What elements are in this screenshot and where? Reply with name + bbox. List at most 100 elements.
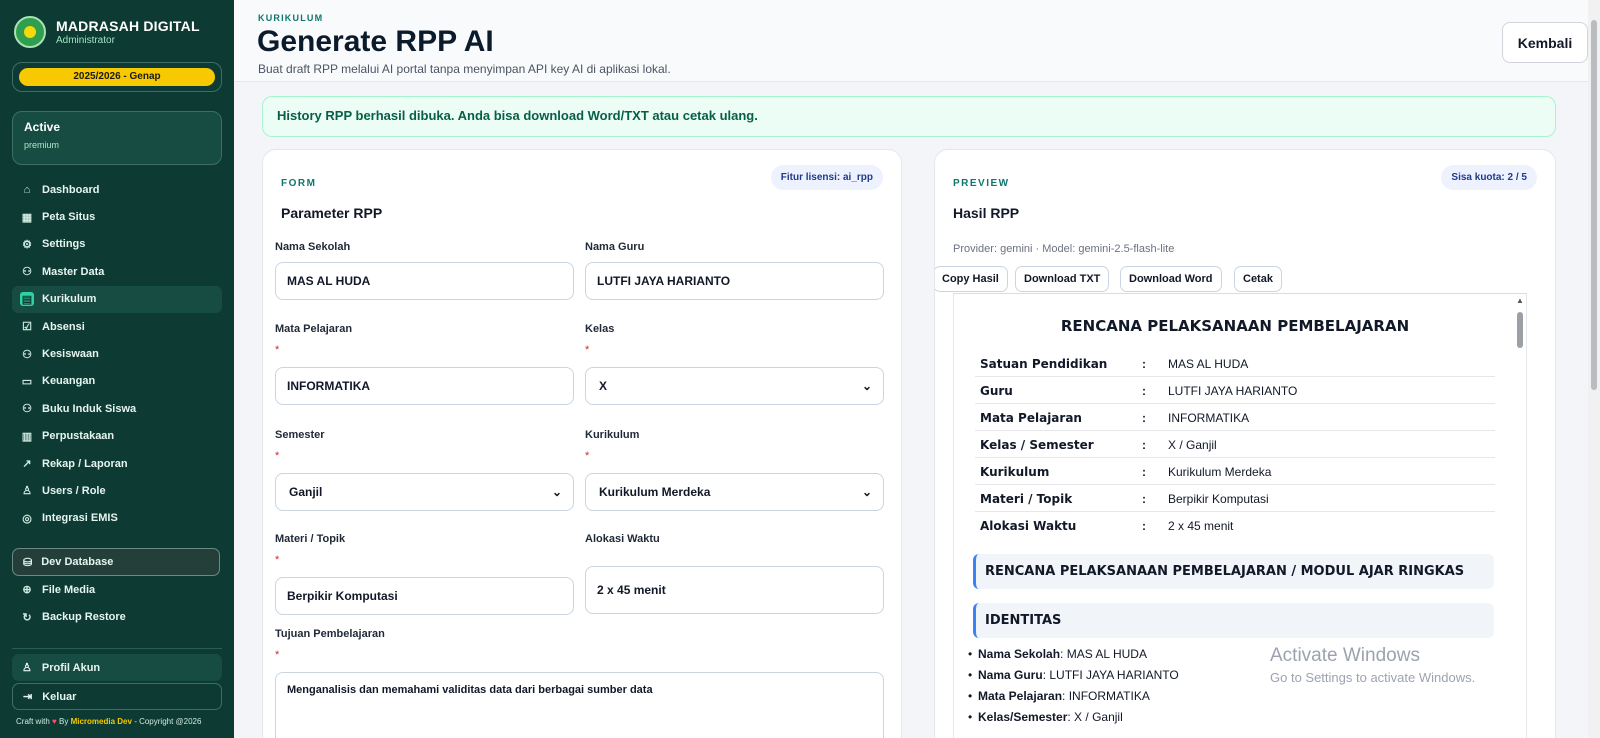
profil-akun-button[interactable]: ♙ Profil Akun <box>12 654 222 681</box>
copy-result-button[interactable]: Copy Hasil <box>935 266 1008 292</box>
info-row: Satuan Pendidikan: MAS AL HUDA <box>975 350 1495 377</box>
kurikulum-select-value: Kurikulum Merdeka <box>599 485 711 499</box>
sidebar-item-perpustakaan[interactable]: ▥ Perpustakaan <box>12 423 222 450</box>
materi-input[interactable] <box>275 577 574 615</box>
brand-title: MADRASAH DIGITAL <box>56 18 200 34</box>
sidebar-item-peta-situs[interactable]: ▦ Peta Situs <box>12 203 222 230</box>
sidebar-item-label: Buku Induk Siswa <box>42 402 137 415</box>
bullet-value: : MAS AL HUDA <box>1060 647 1147 661</box>
sidebar-item-dashboard[interactable]: ⌂ Dashboard <box>12 176 222 203</box>
sidebar-item-kurikulum[interactable]: ▤ Kurikulum <box>12 285 222 313</box>
sidebar-nav-secondary: ⊕ File Media ↻ Backup Restore <box>12 576 222 631</box>
info-key: Alokasi Waktu <box>980 519 1077 533</box>
sidebar-item-integrasi-emis[interactable]: ◎ Integrasi EMIS <box>12 505 222 532</box>
sidebar-item-dev-database[interactable]: ⛁ Dev Database <box>12 548 220 576</box>
sidebar-item-rekap-laporan[interactable]: ↗ Rekap / Laporan <box>12 450 222 477</box>
madrasah-logo <box>14 16 46 48</box>
sidebar-item-label: Integrasi EMIS <box>42 512 118 525</box>
section-heading: IDENTITAS <box>973 603 1494 638</box>
info-row: Kelas / Semester: X / Ganjil <box>975 431 1495 458</box>
alokasi-waktu-input[interactable] <box>585 566 884 614</box>
page-scrollbar[interactable] <box>1588 0 1600 738</box>
back-button[interactable]: Kembali <box>1502 22 1588 63</box>
sidebar-item-master-data[interactable]: ⚇ Master Data <box>12 258 222 285</box>
info-key: Kurikulum <box>980 465 1050 479</box>
semester-select[interactable]: Ganjil ⌄ <box>275 473 574 511</box>
sidebar-item-label: Keuangan <box>42 375 96 388</box>
sidebar-item-absensi[interactable]: ☑ Absensi <box>12 313 222 340</box>
info-key: Guru <box>980 384 1013 398</box>
bullet-value: : INFORMATIKA <box>1062 689 1150 703</box>
bullet-value: : LUTFI JAYA HARIANTO <box>1042 668 1179 682</box>
mata-pelajaran-input[interactable] <box>275 367 574 405</box>
info-key: Satuan Pendidikan <box>980 357 1108 371</box>
form-card: FORM Fitur lisensi: ai_rpp Parameter RPP… <box>262 149 902 738</box>
info-value: MAS AL HUDA <box>1168 357 1249 371</box>
tujuan-textarea[interactable]: Menganalisis dan memahami validitas data… <box>275 672 884 738</box>
nama-sekolah-label: Nama Sekolah <box>275 241 351 253</box>
print-button[interactable]: Cetak <box>1234 266 1282 292</box>
download-word-button[interactable]: Download Word <box>1120 266 1222 292</box>
sidebar-item-buku-induk-siswa[interactable]: ⚇ Buku Induk Siswa <box>12 395 222 422</box>
footer-brand: Micromedia Dev <box>70 717 132 726</box>
form-kicker: FORM <box>281 178 317 189</box>
info-colon: : <box>1142 438 1146 452</box>
users-icon: ⚇ <box>22 403 32 416</box>
license-status-card: Active premium <box>12 111 222 165</box>
logout-icon: ⇥ <box>23 691 33 703</box>
sidebar-item-settings[interactable]: ⚙ Settings <box>12 231 222 258</box>
document-scrollbar-thumb[interactable] <box>1517 312 1523 348</box>
kelas-select[interactable]: X ⌄ <box>585 367 884 405</box>
info-colon: : <box>1142 357 1146 371</box>
info-colon: : <box>1142 411 1146 425</box>
users-icon: ⚇ <box>22 266 32 279</box>
nama-guru-label: Nama Guru <box>585 241 645 253</box>
sidebar-item-backup-restore[interactable]: ↻ Backup Restore <box>12 603 222 630</box>
info-row: Guru: LUTFI JAYA HARIANTO <box>975 377 1495 404</box>
book-icon: ▥ <box>21 430 33 443</box>
required-mark: * <box>275 450 280 462</box>
nama-sekolah-input[interactable] <box>275 262 574 300</box>
footer-suffix: - Copyright @2026 <box>134 717 202 726</box>
brand-subtitle: Administrator <box>56 35 115 46</box>
users-icon: ⚇ <box>22 348 32 361</box>
info-value: INFORMATIKA <box>1168 411 1250 425</box>
sidebar-item-label: Perpustakaan <box>42 430 115 443</box>
info-value: 2 x 45 menit <box>1168 519 1234 533</box>
kurikulum-select[interactable]: Kurikulum Merdeka ⌄ <box>585 473 884 511</box>
document-scrollbar[interactable]: ▲ <box>1514 294 1526 738</box>
semester-label: Semester <box>275 429 325 441</box>
sidebar-item-label: Peta Situs <box>42 211 96 224</box>
sidebar-item-label: Settings <box>42 238 86 251</box>
scroll-up-icon[interactable]: ▲ <box>1516 296 1524 305</box>
page-scrollbar-thumb[interactable] <box>1591 20 1597 390</box>
sidebar-item-label: Absensi <box>42 320 85 333</box>
sidebar-item-label: Dev Database <box>41 556 114 568</box>
materi-label: Materi / Topik <box>275 533 346 545</box>
download-txt-button[interactable]: Download TXT <box>1015 266 1110 292</box>
list-item: Mata Pelajaran: INFORMATIKA <box>968 689 1150 703</box>
required-mark: * <box>275 554 280 566</box>
sidebar-item-file-media[interactable]: ⊕ File Media <box>12 576 222 603</box>
sidebar-nav: ⌂ Dashboard ▦ Peta Situs ⚙ Settings ⚇ Master… <box>12 176 222 532</box>
sidebar-item-label: Users / Role <box>42 484 106 497</box>
logout-button[interactable]: ⇥ Keluar <box>12 683 222 710</box>
brand: MADRASAH DIGITAL Administrator <box>14 16 200 48</box>
sidebar-item-users-role[interactable]: ♙ Users / Role <box>12 477 222 504</box>
academic-year-selector[interactable]: 2025/2026 - Genap <box>12 62 222 92</box>
wallet-icon: ▭ <box>21 375 33 388</box>
target-icon: ◎ <box>22 512 32 525</box>
success-alert: History RPP berhasil dibuka. Anda bisa d… <box>262 96 1556 137</box>
semester-select-value: Ganjil <box>289 485 323 499</box>
logout-label: Keluar <box>42 690 77 703</box>
home-icon: ⌂ <box>23 183 31 196</box>
footer-prefix: Craft with <box>16 717 50 726</box>
bullet-value: : X / Ganjil <box>1067 710 1123 724</box>
sidebar-item-label: Backup Restore <box>42 611 126 624</box>
chevron-down-icon: ⌄ <box>861 485 872 499</box>
nama-guru-input[interactable] <box>585 262 884 300</box>
sidebar-item-keuangan[interactable]: ▭ Keuangan <box>12 368 222 395</box>
form-title: Parameter RPP <box>281 205 383 221</box>
page-kicker: KURIKULUM <box>258 13 324 23</box>
sidebar-item-kesiswaan[interactable]: ⚇ Kesiswaan <box>12 340 222 367</box>
